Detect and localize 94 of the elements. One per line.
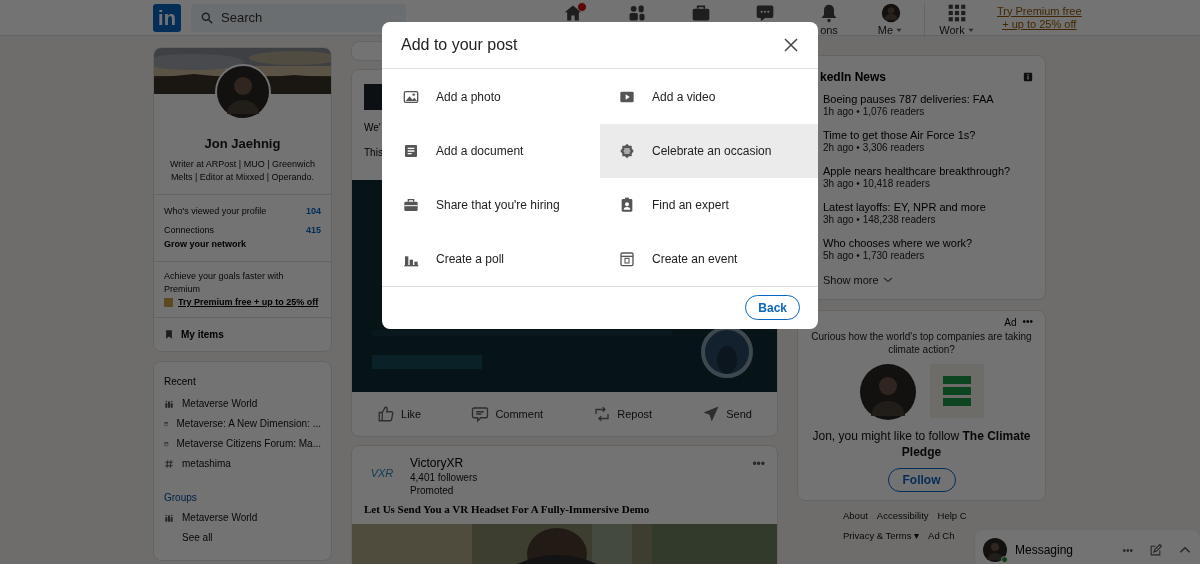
group-icon (164, 398, 174, 409)
follow-suggestion: Jon, you might like to follow The Climate Pledge (811, 427, 1032, 460)
groups-link[interactable]: Groups (164, 490, 321, 505)
more-options-button[interactable]: ••• (1022, 318, 1033, 326)
nav-label: Me (877, 23, 894, 37)
calendar-icon (619, 250, 635, 267)
image-icon (403, 88, 419, 105)
news-headline[interactable]: Apple nears healthcare breakthrough? (823, 164, 1033, 178)
premium-link[interactable]: + up to 25% off (997, 17, 1082, 31)
grow-network-link[interactable]: Grow your network (164, 237, 321, 251)
more-options-button[interactable]: ••• (752, 458, 765, 470)
recent-item[interactable]: Metaverse: A New Dimension: ... (176, 416, 321, 431)
grid-icon (947, 3, 967, 23)
more-options-button[interactable]: ••• (1122, 542, 1133, 558)
badge-icon (619, 142, 635, 159)
post-text: We' (364, 121, 381, 135)
caret-icon (966, 26, 975, 34)
nav-item[interactable]: Me (861, 3, 925, 37)
speech-bubble-icon (471, 405, 490, 423)
company-logo[interactable]: VXR (364, 456, 400, 490)
premium-link[interactable]: Try Premium free (997, 4, 1082, 18)
ad-label: Ad (1004, 315, 1017, 330)
briefcase-icon (403, 196, 419, 213)
close-icon[interactable] (783, 36, 799, 53)
post-action-button[interactable]: Like (377, 405, 422, 423)
nav-label: ons (820, 23, 838, 37)
people-icon (627, 3, 647, 23)
profile-name[interactable]: Jon Jaehnig (154, 134, 331, 154)
id-badge-icon (619, 196, 635, 213)
repost-icon (593, 405, 612, 423)
recent-item[interactable]: Metaverse Citizens Forum: Ma... (176, 436, 321, 451)
company-name[interactable]: VictoryXR (410, 456, 478, 471)
footer-link[interactable]: About (843, 508, 868, 523)
recent-item[interactable]: Metaverse World (182, 396, 258, 411)
bookmark-icon (164, 329, 174, 340)
news-meta: 1h ago • 1,076 readers (823, 106, 926, 118)
news-headline[interactable]: Time to get those Air Force 1s? (823, 128, 1033, 142)
footer-link[interactable]: Privacy & Terms ▾ (843, 528, 920, 543)
stat-value: 104 (305, 204, 321, 218)
recent-item[interactable]: metashima (182, 456, 231, 471)
see-all-link[interactable]: See all (164, 530, 321, 545)
premium-promo-text: Achieve your goals faster with Premium (164, 270, 285, 296)
news-headline[interactable]: Latest layoffs: EY, NPR and more (823, 200, 1033, 214)
group-icon (164, 512, 174, 523)
news-headline[interactable]: Boeing pauses 787 deliveries: FAA (823, 92, 1033, 106)
post-action-button[interactable]: Comment (471, 405, 544, 423)
post-headline[interactable]: Let Us Send You a VR Headset For A Fully-Immersive Demo (352, 501, 777, 518)
messaging-bar[interactable]: Messaging ••• (975, 530, 1200, 564)
stat-label[interactable]: Who's viewed your profile (164, 204, 267, 218)
follower-count: 4,401 followers (410, 471, 478, 484)
compose-icon[interactable] (1149, 543, 1162, 557)
nav-item[interactable]: Work (925, 3, 989, 37)
news-headline[interactable]: Who chooses where we work? (823, 236, 1033, 250)
footer-link[interactable]: Accessibility (876, 508, 929, 523)
footer-link[interactable]: Help C (937, 508, 967, 523)
premium-icon (164, 298, 173, 307)
messaging-label: Messaging (1015, 542, 1074, 559)
dialog-title: Add to your post (401, 34, 518, 55)
card-title: kedIn News (820, 69, 887, 86)
thumbs-up-icon (377, 405, 396, 423)
avatar-icon (880, 3, 901, 23)
section-heading: Recent (164, 375, 197, 389)
footer-link[interactable]: Ad Ch (928, 528, 955, 543)
my-items-link[interactable]: My items (181, 327, 224, 342)
nav-label: Work (939, 23, 965, 37)
caret-icon (895, 26, 904, 34)
search-field[interactable]: Search (191, 3, 406, 32)
bell-icon (819, 3, 839, 23)
paper-plane-icon (702, 405, 721, 423)
stat-value: 415 (305, 224, 321, 237)
post-action-button[interactable]: Send (702, 405, 752, 423)
ad-text: Curious how the world's top companies are taking climate action? (810, 329, 1033, 356)
stat-label[interactable]: Connections (164, 224, 215, 238)
news-meta: 3h ago • 10,418 readers (823, 178, 931, 190)
briefcase-icon (691, 3, 711, 23)
premium-link[interactable]: Try Premium free + up to 25% off (178, 296, 319, 309)
avatar (983, 538, 1007, 562)
news-meta: 3h ago • 148,238 readers (823, 214, 937, 226)
avatar (859, 363, 916, 420)
nav-item[interactable]: ons (797, 3, 861, 37)
post-option[interactable]: Celebrate an occasion (600, 123, 818, 178)
promoted-label: Promoted (410, 484, 455, 497)
hashtag-icon (164, 458, 174, 469)
linkedin-logo[interactable]: in (153, 3, 181, 32)
recent-item[interactable]: Metaverse World (182, 510, 258, 525)
document-icon (403, 142, 419, 159)
post-text: This (364, 146, 383, 160)
avatar[interactable] (214, 64, 271, 120)
search-icon (200, 10, 214, 25)
profile-headline: Writer at ARPost | MUO | Greenwich Melts | Editor at Mixxed | Operando. (154, 157, 331, 195)
info-icon (1023, 72, 1033, 82)
post-action-button[interactable]: Repost (593, 405, 653, 423)
news-meta: 2h ago • 3,306 readers (823, 142, 926, 154)
news-meta: 5h ago • 1,730 readers (823, 250, 926, 262)
